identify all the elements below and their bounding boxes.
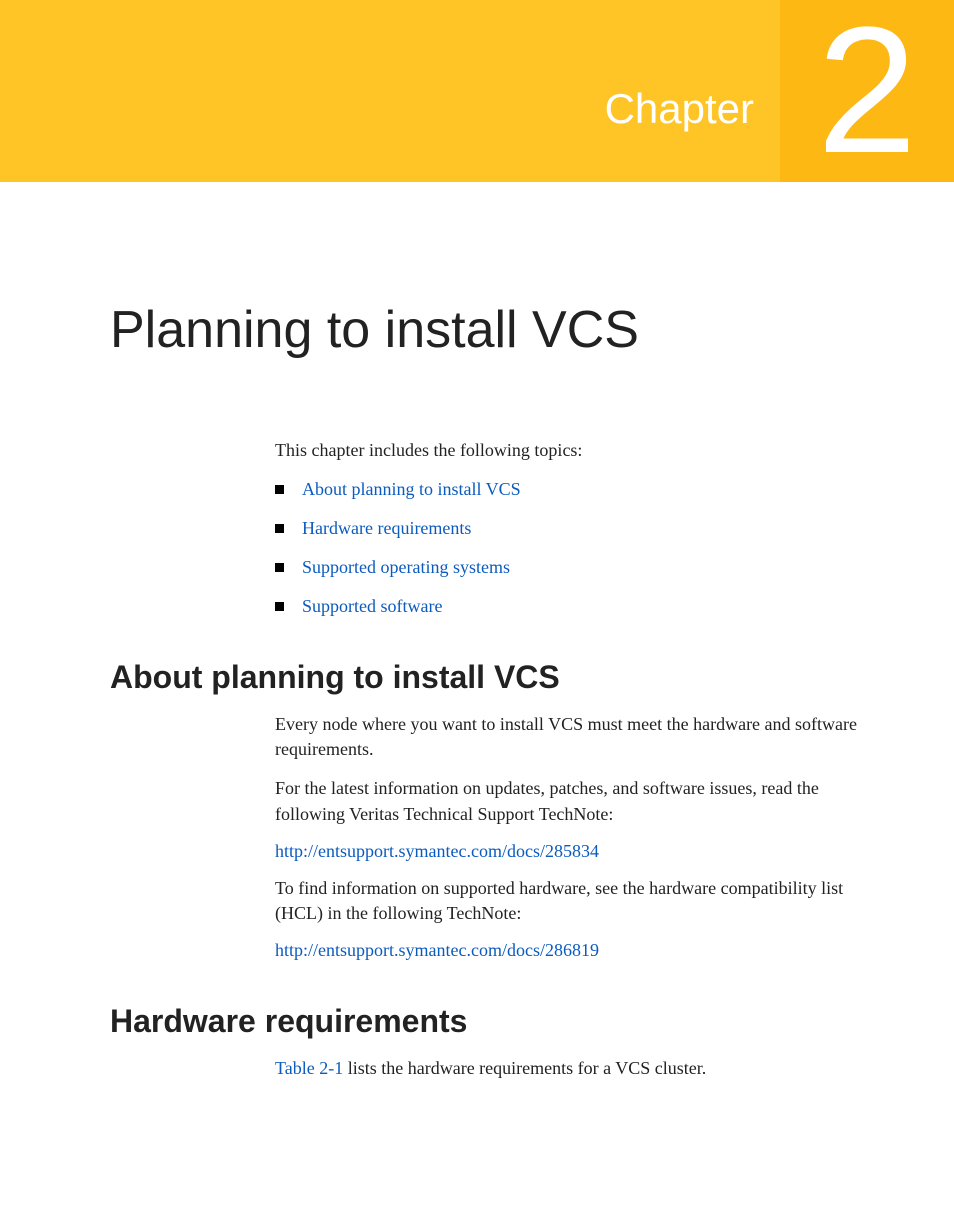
- about-p1: Every node where you want to install VCS…: [275, 712, 884, 762]
- technote-link-2[interactable]: http://entsupport.symantec.com/docs/2868…: [275, 940, 884, 961]
- intro-text: This chapter includes the following topi…: [275, 440, 884, 461]
- list-item: About planning to install VCS: [275, 479, 884, 500]
- bullet-icon: [275, 563, 284, 572]
- hardware-p1-rest: lists the hardware requirements for a VC…: [343, 1058, 706, 1078]
- page-title: Planning to install VCS: [110, 300, 884, 360]
- page-content: Planning to install VCS This chapter inc…: [0, 300, 954, 1081]
- about-body: Every node where you want to install VCS…: [275, 712, 884, 961]
- chapter-header-banner: Chapter 2: [0, 0, 954, 182]
- topic-link-os[interactable]: Supported operating systems: [302, 557, 510, 578]
- topic-link-about[interactable]: About planning to install VCS: [302, 479, 521, 500]
- table-ref-link[interactable]: Table 2-1: [275, 1058, 343, 1078]
- topics-block: This chapter includes the following topi…: [275, 440, 884, 617]
- topic-link-software[interactable]: Supported software: [302, 596, 442, 617]
- list-item: Hardware requirements: [275, 518, 884, 539]
- bullet-icon: [275, 602, 284, 611]
- chapter-number: 2: [817, 1, 917, 181]
- bullet-icon: [275, 524, 284, 533]
- technote-link-1[interactable]: http://entsupport.symantec.com/docs/2858…: [275, 841, 884, 862]
- about-p2: For the latest information on updates, p…: [275, 776, 884, 826]
- about-p3: To find information on supported hardwar…: [275, 876, 884, 926]
- hardware-p1: Table 2-1 lists the hardware requirement…: [275, 1056, 884, 1081]
- chapter-number-box: 2: [780, 0, 954, 182]
- section-heading-hardware: Hardware requirements: [110, 1003, 884, 1040]
- list-item: Supported operating systems: [275, 557, 884, 578]
- hardware-body: Table 2-1 lists the hardware requirement…: [275, 1056, 884, 1081]
- topic-list: About planning to install VCS Hardware r…: [275, 479, 884, 617]
- chapter-label: Chapter: [605, 85, 754, 133]
- section-heading-about: About planning to install VCS: [110, 659, 884, 696]
- topic-link-hardware[interactable]: Hardware requirements: [302, 518, 471, 539]
- bullet-icon: [275, 485, 284, 494]
- list-item: Supported software: [275, 596, 884, 617]
